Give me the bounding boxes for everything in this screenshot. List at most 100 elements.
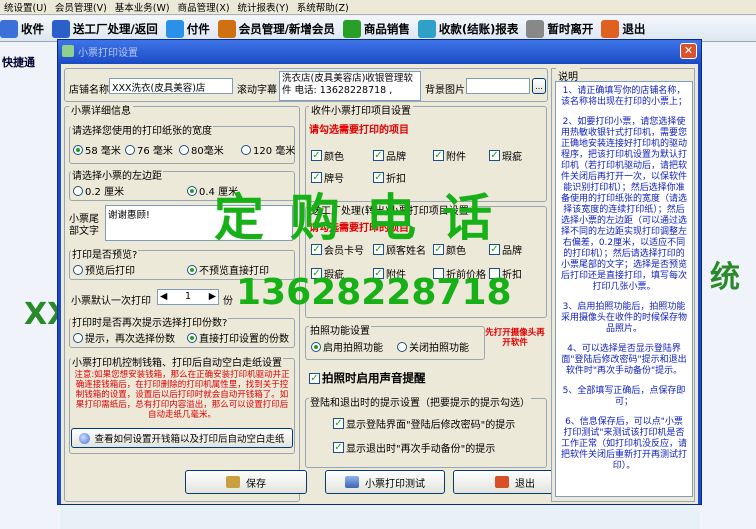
checkbox-box[interactable]: [489, 268, 500, 279]
factory-item-checkbox[interactable]: ✓ 会员卡号: [311, 242, 364, 257]
paper-width-option[interactable]: 76 毫米: [125, 142, 173, 157]
print-item-checkbox-label: 瑕疵: [502, 152, 522, 163]
prompt-option[interactable]: 直接打印设置的份数: [187, 330, 289, 345]
toolbar-button[interactable]: 送工厂处理/返回: [52, 19, 158, 38]
help-text[interactable]: 1、请正确填写你的店铺名称，该名称将出现在打印的小票上； 2、如要打印小票，请您选…: [555, 81, 693, 497]
margin-option-label: 0.4 厘米: [199, 187, 239, 198]
checkbox-box[interactable]: ✓: [433, 150, 444, 161]
radio-icon[interactable]: [73, 185, 83, 196]
photo-option[interactable]: 关闭拍照功能: [397, 339, 469, 354]
radio-icon[interactable]: [241, 144, 251, 155]
checkbox-box[interactable]: ✓: [311, 150, 322, 161]
print-item-checkbox[interactable]: ✓ 品牌: [373, 148, 406, 163]
radio-icon[interactable]: [179, 144, 189, 155]
checkbox-box[interactable]: ✓: [373, 150, 384, 161]
checkbox-box[interactable]: ✓: [311, 244, 322, 255]
right-background: 统: [700, 42, 756, 529]
toolbar-button[interactable]: 收件: [0, 19, 44, 38]
factory-item-checkbox[interactable]: ✓ 顾客姓名: [373, 242, 426, 257]
stepper-next-icon[interactable]: ▶: [209, 291, 216, 302]
factory-item-checkbox[interactable]: ✓ 瑕疵: [311, 266, 344, 281]
close-button[interactable]: ✕: [680, 43, 697, 59]
checkbox-box[interactable]: ✓: [311, 172, 322, 183]
radio-icon[interactable]: [187, 264, 197, 275]
help-paragraph: 4、可以选择是否显示登陆界面"登陆后修改密码"提示和退出软件时"再次手动备份"提…: [561, 344, 687, 376]
save-button[interactable]: 保存: [185, 470, 307, 494]
menu-item[interactable]: 统设置(U): [0, 0, 51, 14]
toolbar-button[interactable]: 暂时离开: [526, 19, 593, 38]
store-name-label: 店铺名称: [69, 85, 109, 96]
checkbox-box[interactable]: ✓: [489, 244, 500, 255]
checkbox-box[interactable]: ✓: [311, 268, 322, 279]
checkbox-box[interactable]: ✓: [373, 244, 384, 255]
checkbox-box[interactable]: ✓: [333, 442, 344, 453]
print-item-checkbox[interactable]: ✓ 颜色: [311, 148, 344, 163]
toolbar-button[interactable]: 付件: [165, 19, 210, 38]
toolbar-button[interactable]: 商品销售: [342, 19, 410, 38]
menu-item[interactable]: 系统帮助(Z): [293, 0, 353, 14]
menu-item[interactable]: 基本业务(W): [111, 0, 174, 14]
radio-icon[interactable]: [397, 341, 407, 352]
print-item-checkbox-label: 牌号: [324, 174, 344, 185]
sound-checkbox-box[interactable]: ✓: [309, 372, 320, 384]
factory-item-checkbox[interactable]: 折前价格: [433, 266, 486, 281]
scroll-text-input[interactable]: 洗衣店(皮具美容店)收银管理软件 电话: 13628228718 ,: [279, 71, 421, 101]
browse-button[interactable]: ...: [532, 78, 546, 94]
factory-item-checkbox[interactable]: 折扣: [489, 266, 522, 281]
print-item-checkbox-label: 折扣: [386, 174, 406, 185]
factory-icon: [52, 19, 70, 38]
footer-text-input[interactable]: 谢谢惠顾!: [105, 205, 293, 241]
prompt-option[interactable]: 提示，再次选择份数: [73, 330, 175, 345]
preview-option[interactable]: 预览后打印: [73, 262, 135, 277]
copies-stepper[interactable]: ◀ 1 ▶: [157, 289, 219, 305]
preview-option[interactable]: 不预览直接打印: [187, 262, 269, 277]
left-background: 快捷通 XX: [0, 42, 70, 529]
paper-width-option[interactable]: 120 毫米: [241, 142, 295, 157]
drawer-title: 小票打印机控制钱箱、打印后自动空白走纸设置: [71, 354, 283, 369]
checkbox-box[interactable]: ✓: [373, 268, 384, 279]
radio-icon[interactable]: [125, 144, 135, 155]
menu-item[interactable]: 统计报表(Y): [234, 0, 293, 14]
factory-required-note: 请勾选需要打印的项目: [309, 223, 409, 234]
print-item-checkbox[interactable]: ✓ 折扣: [373, 170, 406, 185]
print-test-button[interactable]: 小票打印测试: [325, 470, 445, 494]
factory-item-checkbox[interactable]: ✓ 品牌: [489, 242, 522, 257]
store-name-input[interactable]: XXX洗衣(皮具美容)店: [109, 78, 233, 94]
menu-item[interactable]: 商品管理(X): [174, 0, 234, 14]
checkbox-box[interactable]: ✓: [433, 244, 444, 255]
toolbar-button[interactable]: 会员管理/新增会员: [217, 19, 335, 38]
bg-image-input[interactable]: [466, 78, 530, 94]
radio-icon[interactable]: [187, 332, 197, 343]
radio-icon[interactable]: [73, 332, 83, 343]
margin-option[interactable]: 0.4 厘米: [187, 183, 238, 198]
radio-icon[interactable]: [73, 144, 83, 155]
checkbox-box[interactable]: ✓: [333, 418, 344, 429]
print-item-checkbox[interactable]: ✓ 瑕疵: [489, 148, 522, 163]
login-prompt-checkbox[interactable]: ✓ 显示退出时"再次手动备份"的提示: [333, 440, 495, 455]
photo-option[interactable]: 启用拍照功能: [311, 339, 383, 354]
drawer-help-button[interactable]: 查看如何设置开钱箱以及打印后自动空白走纸: [71, 428, 293, 448]
radio-icon[interactable]: [311, 341, 321, 352]
quick-link[interactable]: 快捷通: [2, 54, 35, 70]
stepper-prev-icon[interactable]: ◀: [160, 291, 167, 302]
login-prompt-checkbox[interactable]: ✓ 显示登陆界面"登陆后修改密码"的提示: [333, 416, 515, 431]
toolbar-button[interactable]: 收款(结账)报表: [417, 19, 518, 38]
sound-reminder-checkbox[interactable]: ✓ 拍照时启用声音提醒: [309, 370, 426, 386]
paper-width-option[interactable]: 58 毫米: [73, 142, 121, 157]
factory-item-checkbox[interactable]: ✓ 附件: [373, 266, 406, 281]
factory-item-checkbox[interactable]: ✓ 颜色: [433, 242, 466, 257]
radio-icon[interactable]: [187, 185, 197, 196]
margin-option[interactable]: 0.2 厘米: [73, 183, 124, 198]
menu-item[interactable]: 会员管理(V): [51, 0, 111, 14]
paper-width-option[interactable]: 80毫米: [179, 142, 224, 157]
radio-icon[interactable]: [73, 264, 83, 275]
checkbox-box[interactable]: [433, 268, 444, 279]
copies-value: 1: [184, 291, 192, 302]
print-item-checkbox[interactable]: ✓ 附件: [433, 148, 466, 163]
print-item-checkbox[interactable]: ✓ 牌号: [311, 170, 344, 185]
checkbox-box[interactable]: ✓: [489, 150, 500, 161]
toolbar-button[interactable]: 退出: [601, 19, 645, 38]
dialog-titlebar[interactable]: 小票打印设置: [58, 40, 701, 62]
checkbox-box[interactable]: ✓: [373, 172, 384, 183]
dialog-body: 店铺名称 XXX洗衣(皮具美容)店 滚动字幕 洗衣店(皮具美容店)收银管理软件 …: [61, 64, 698, 504]
